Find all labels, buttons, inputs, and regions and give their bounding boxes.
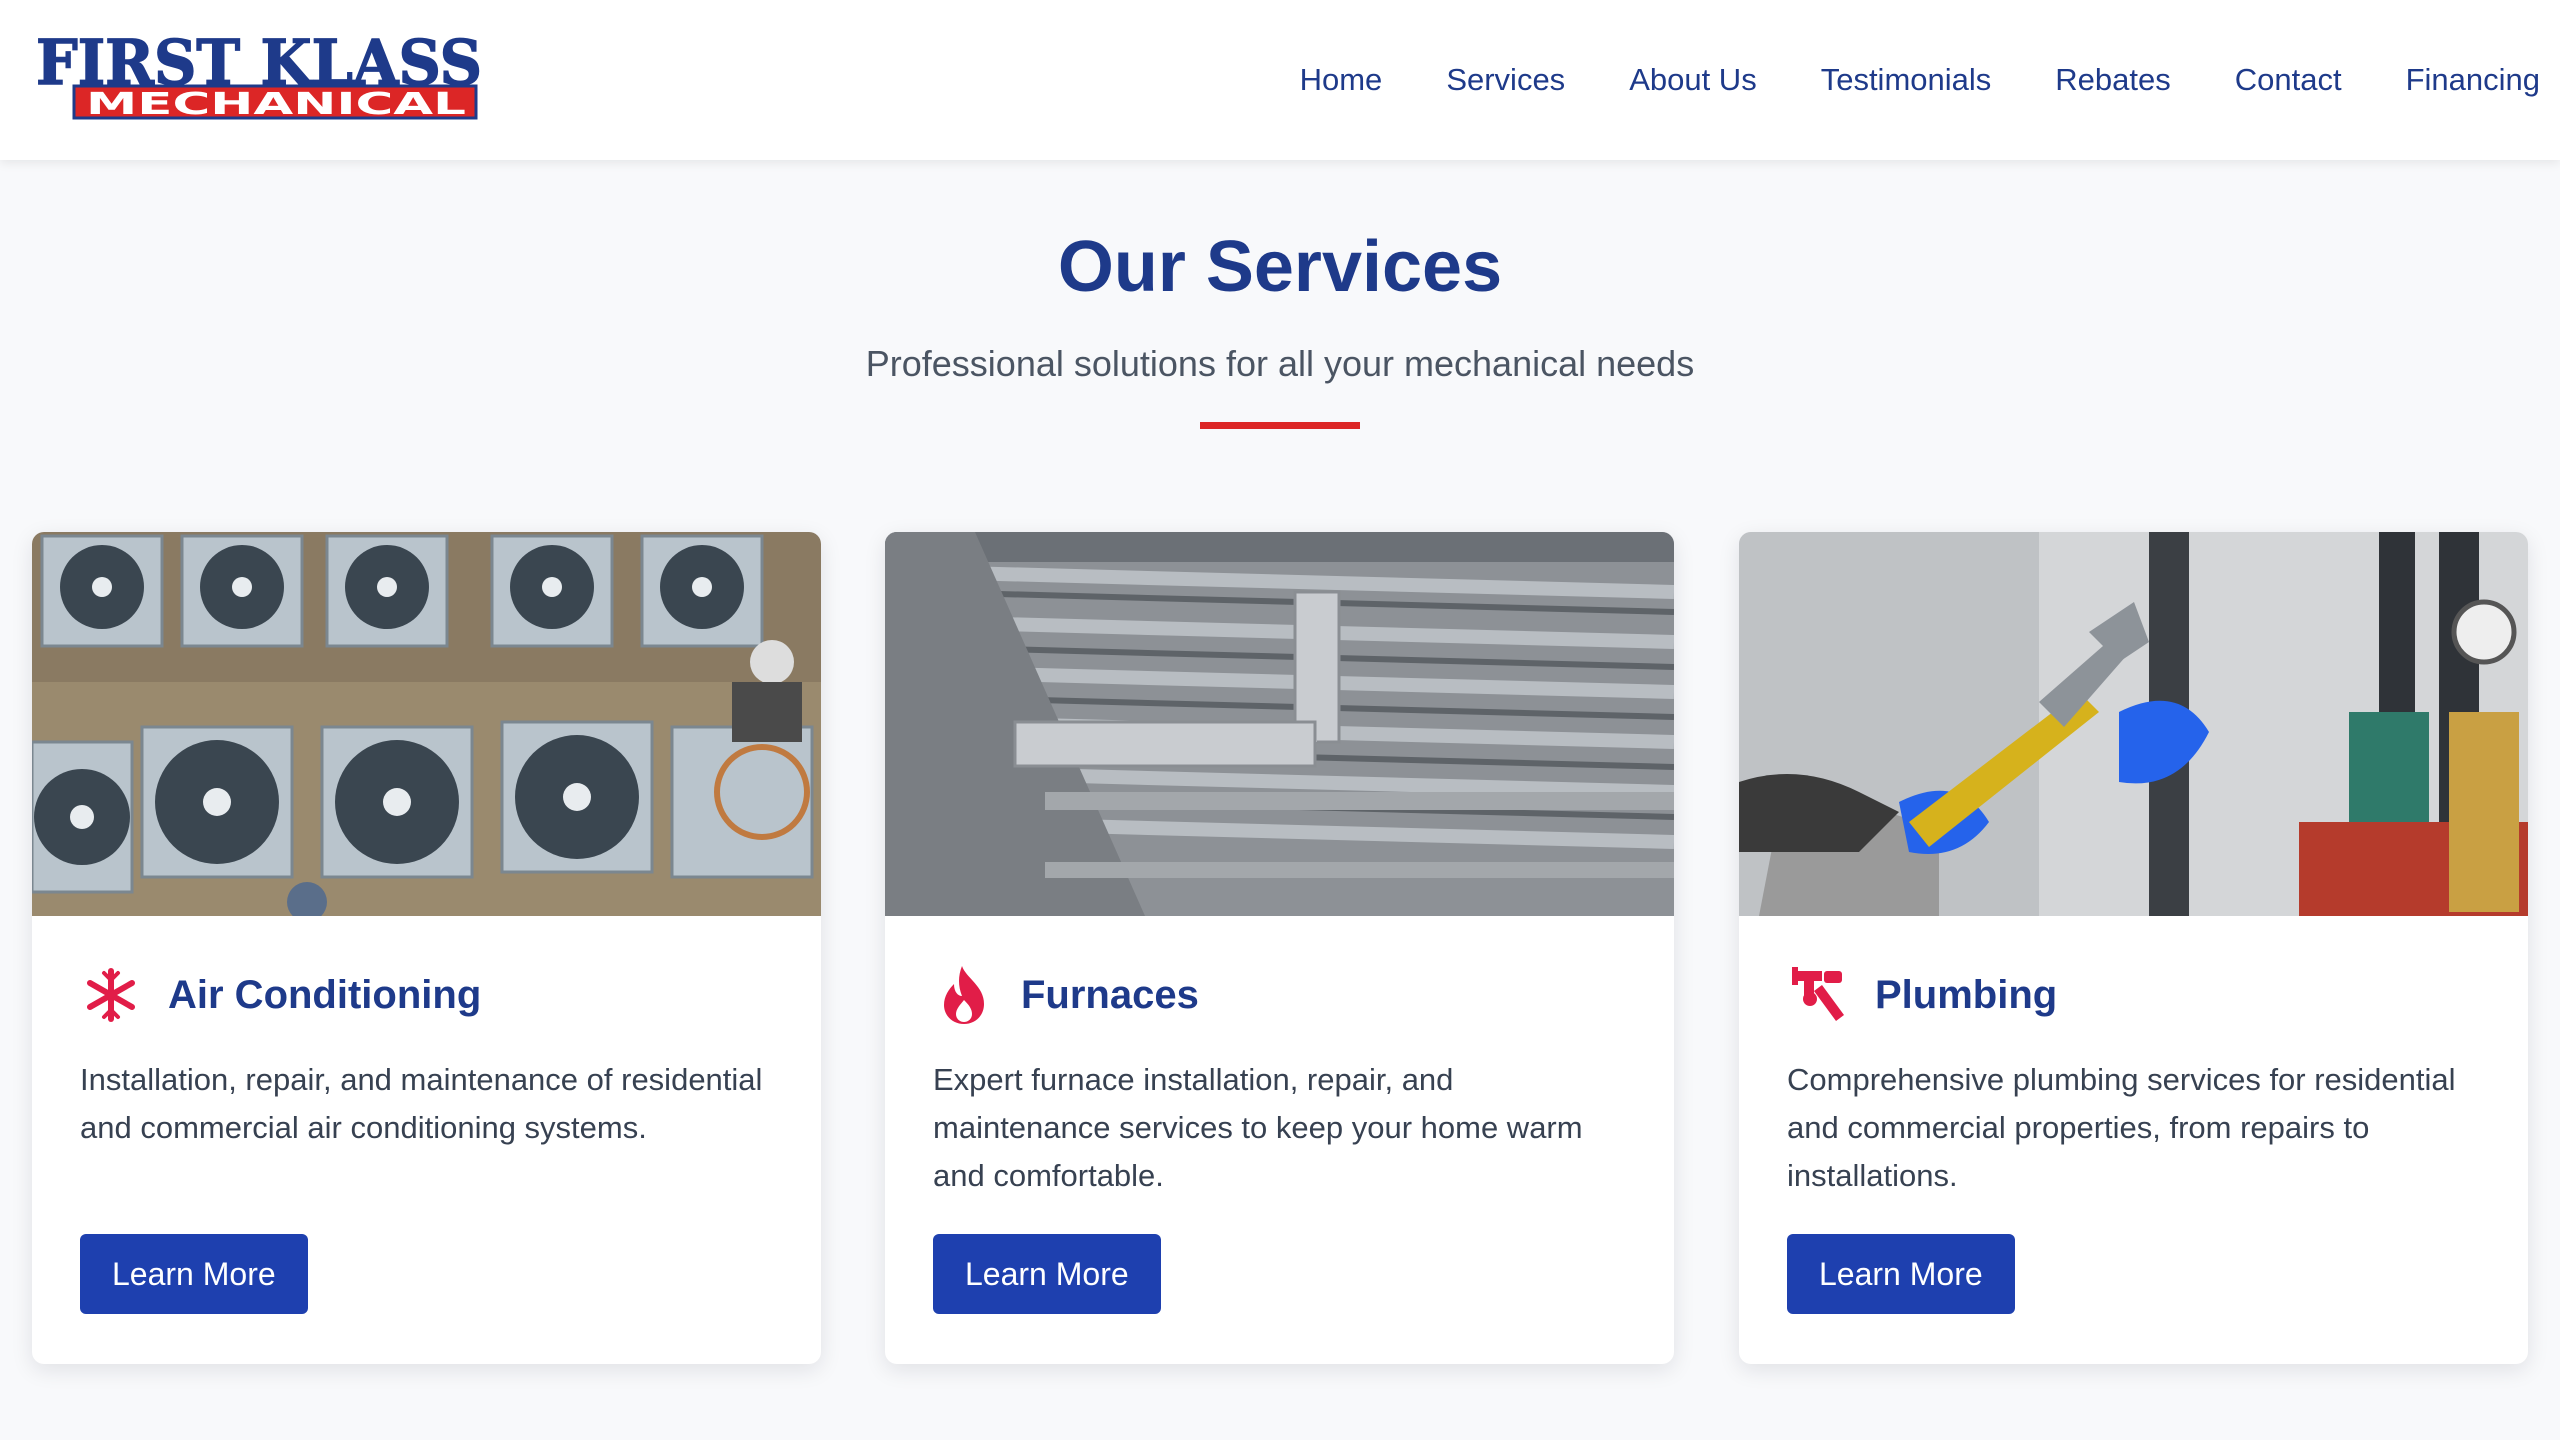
site-header: FIRST KLASS MECHANICAL Home Services Abo… <box>0 0 2560 160</box>
card-title: Furnaces <box>1021 972 1199 1017</box>
learn-more-button[interactable]: Learn More <box>1787 1234 2015 1314</box>
brand-logo[interactable]: FIRST KLASS MECHANICAL <box>34 30 488 130</box>
ac-units-image <box>32 532 821 916</box>
snowflake-icon <box>80 964 142 1026</box>
service-card-air-conditioning: Air Conditioning Installation, repair, a… <box>32 532 821 1364</box>
card-title: Plumbing <box>1875 972 2058 1017</box>
service-card-plumbing: Plumbing Comprehensive plumbing services… <box>1739 532 2528 1364</box>
service-cards: Air Conditioning Installation, repair, a… <box>32 532 2528 1364</box>
learn-more-button[interactable]: Learn More <box>933 1234 1161 1314</box>
ductwork-image <box>885 532 1674 916</box>
section-subtitle: Professional solutions for all your mech… <box>865 343 1695 384</box>
card-description: Comprehensive plumbing services for resi… <box>1787 1062 2456 1193</box>
card-title-row: Plumbing <box>1787 964 2480 1026</box>
card-body: Air Conditioning Installation, repair, a… <box>32 964 821 1314</box>
card-title-row: Furnaces <box>933 964 1626 1026</box>
card-description: Installation, repair, and maintenance of… <box>80 1062 763 1145</box>
nav-contact[interactable]: Contact <box>2235 58 2342 102</box>
section-title: Our Services <box>1057 227 1503 307</box>
learn-more-button[interactable]: Learn More <box>80 1234 308 1314</box>
plumbing-wrench-image <box>1739 532 2528 916</box>
nav-testimonials[interactable]: Testimonials <box>1821 58 1992 102</box>
nav-financing[interactable]: Financing <box>2406 58 2540 102</box>
logo-wordmark-bottom: MECHANICAL <box>86 87 466 122</box>
card-title-row: Air Conditioning <box>80 964 773 1026</box>
section-divider <box>1200 422 1360 429</box>
card-description: Expert furnace installation, repair, and… <box>933 1062 1583 1193</box>
card-body: Plumbing Comprehensive plumbing services… <box>1739 964 2528 1314</box>
card-body: Furnaces Expert furnace installation, re… <box>885 964 1674 1314</box>
services-heading: Our Services Professional solutions for … <box>0 222 2560 429</box>
card-title: Air Conditioning <box>168 972 482 1017</box>
nav-services[interactable]: Services <box>1446 58 1565 102</box>
nav-about-us[interactable]: About Us <box>1629 58 1757 102</box>
wrench-pipe-icon <box>1787 964 1849 1026</box>
service-card-furnaces: Furnaces Expert furnace installation, re… <box>885 532 1674 1364</box>
main-nav: Home Services About Us Testimonials Reba… <box>1236 58 2540 102</box>
flame-icon <box>933 964 995 1026</box>
nav-rebates[interactable]: Rebates <box>2055 58 2170 102</box>
nav-home[interactable]: Home <box>1300 58 1383 102</box>
